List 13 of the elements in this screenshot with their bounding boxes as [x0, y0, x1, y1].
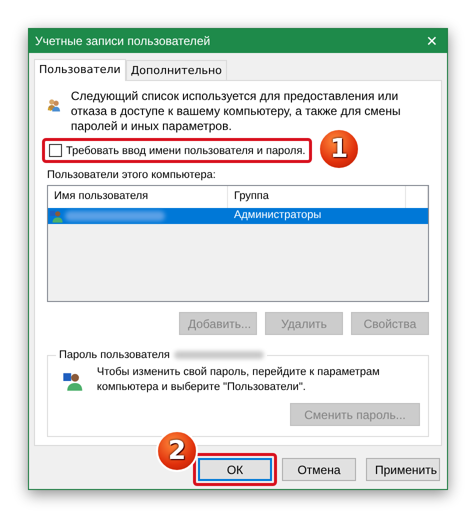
- table-cell-text: Администраторы: [233, 208, 322, 223]
- user-icon: [49, 209, 63, 223]
- dialog-button[interactable]: ОК: [198, 458, 272, 481]
- require-password-checkbox[interactable]: Требовать ввод имени пользователя и пароля.: [47, 143, 308, 158]
- window-title: Учетные записи пользователей: [35, 34, 210, 48]
- dialog-button[interactable]: Применить: [366, 458, 440, 481]
- password-hint-text: Чтобы изменить свой пароль, перейдите к параметрам компьютера и выберите "Пользователи".: [96, 365, 381, 395]
- tab[interactable]: Дополнительно: [126, 60, 227, 80]
- user-row[interactable]: Администраторы: [48, 208, 428, 224]
- tab[interactable]: Пользователи: [34, 59, 126, 81]
- group-title: Пароль пользователя: [59, 349, 170, 361]
- users-list-label: Пользователи этого компьютера:: [47, 169, 217, 181]
- dialog-button[interactable]: Отмена: [282, 458, 356, 481]
